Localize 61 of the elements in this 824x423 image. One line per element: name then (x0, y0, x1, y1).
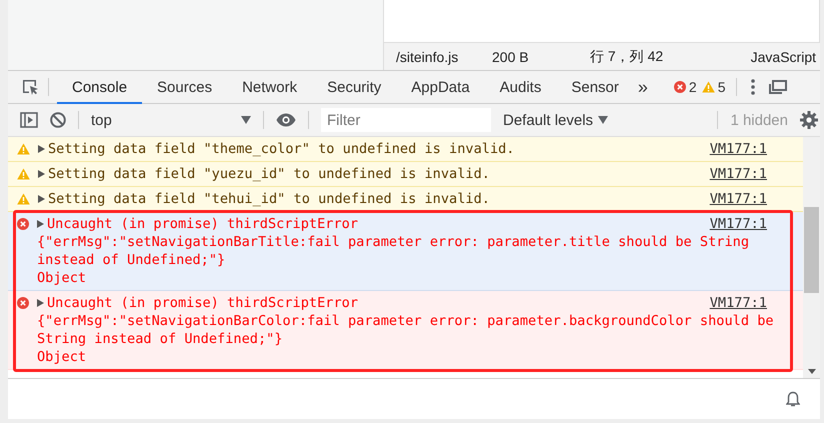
dropdown-caret-icon (241, 116, 251, 124)
object-label: Object (37, 348, 88, 366)
console-message[interactable]: Uncaught (in promise) thirdScriptError {"errMsg":"setNavigationBarColor:fail parameter error: parameter.backgroundColor should be String instead of Undefined;"} Object VM177:1 (8, 291, 803, 370)
object-label: Object (37, 269, 88, 287)
error-icon (17, 297, 29, 309)
devtools-tab[interactable]: Network (227, 70, 312, 104)
issue-counter[interactable]: 2 5 (674, 79, 728, 95)
scroll-down-icon[interactable] (808, 369, 816, 374)
error-count: 2 (688, 79, 697, 95)
sidebar-toggle-icon[interactable] (20, 112, 38, 128)
more-options-icon[interactable] (750, 79, 754, 95)
console-message[interactable]: Setting data field "tehui_id" to undefined is invalid. VM177:1 (8, 187, 803, 212)
source-link[interactable]: VM177:1 (710, 190, 767, 208)
error-icon (17, 218, 29, 230)
warning-icon (17, 168, 30, 180)
message-text: Uncaught (in promise) thirdScriptError (47, 215, 358, 233)
context-dropdown[interactable]: top (91, 112, 251, 128)
devtools-tab[interactable]: Sensor (556, 70, 634, 104)
file-name: /siteinfo.js (396, 48, 460, 64)
source-link[interactable]: VM177:1 (710, 215, 767, 233)
scrollbar[interactable] (803, 137, 820, 378)
expand-triangle-icon[interactable] (38, 195, 45, 203)
warning-icon (702, 81, 715, 93)
levels-dropdown[interactable]: Default levels (503, 112, 608, 128)
warning-icon (17, 143, 30, 155)
devtools-tab[interactable]: Audits (484, 70, 556, 104)
language-label: JavaScript (750, 48, 816, 64)
expand-triangle-icon[interactable] (38, 145, 45, 153)
console-message[interactable]: Uncaught (in promise) thirdScriptError {"errMsg":"setNavigationBarTitle:fail parameter error: parameter.title should be String instead of Undefined;"} Object VM177:1 (8, 212, 803, 291)
source-link[interactable]: VM177:1 (710, 294, 767, 312)
clear-icon[interactable] (50, 112, 66, 128)
message-detail: {"errMsg":"setNavigationBarTitle:fail parameter error: parameter.title should be String instead of Undefined;"} (37, 233, 750, 269)
inspect-icon[interactable] (20, 77, 40, 97)
cursor-position: 行 7，列 42 (590, 48, 664, 66)
settings-icon[interactable] (800, 111, 818, 129)
hidden-count: 1 hidden (730, 112, 788, 128)
devtools-tab[interactable]: AppData (396, 70, 485, 104)
undock-icon[interactable] (768, 80, 786, 94)
source-link[interactable]: VM177:1 (710, 140, 767, 158)
console-message[interactable]: Setting data field "theme_color" to undefined is invalid. VM177:1 (8, 137, 803, 162)
error-icon (674, 81, 686, 93)
message-text: Setting data field "theme_color" to undefined is invalid. (48, 140, 514, 158)
filter-field[interactable]: Filter (321, 108, 491, 132)
bell-icon[interactable] (786, 391, 800, 407)
message-text: Uncaught (in promise) thirdScriptError (47, 294, 358, 312)
message-text: Setting data field "yuezu_id" to undefined is invalid. (48, 165, 490, 183)
devtools-tab[interactable]: Security (312, 70, 396, 104)
message-text: Setting data field "tehui_id" to undefined is invalid. (48, 190, 490, 208)
expand-triangle-icon[interactable] (37, 299, 44, 307)
eye-icon[interactable] (276, 113, 296, 127)
expand-triangle-icon[interactable] (37, 220, 44, 228)
dropdown-caret-icon (598, 116, 608, 124)
devtools-tab[interactable]: Sources (142, 70, 228, 104)
file-size: 200 B (492, 48, 530, 64)
console-message[interactable]: Setting data field "yuezu_id" to undefined is invalid. VM177:1 (8, 162, 803, 187)
more-tabs-button[interactable]: » (634, 76, 656, 98)
source-link[interactable]: VM177:1 (710, 165, 767, 183)
expand-triangle-icon[interactable] (38, 170, 45, 178)
warning-count: 5 (718, 79, 726, 95)
message-detail: {"errMsg":"setNavigationBarColor:fail parameter error: parameter.backgroundColor should be String instead of Undefined;"} (37, 312, 775, 348)
warning-icon (17, 193, 30, 205)
